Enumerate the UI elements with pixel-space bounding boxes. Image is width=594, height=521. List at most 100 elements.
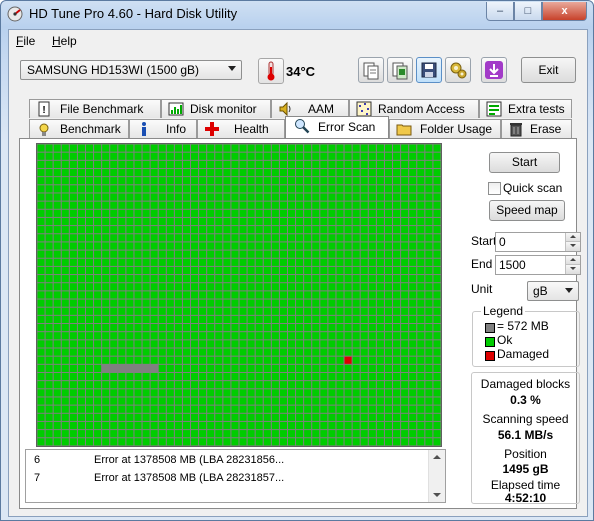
block-ok [207,152,215,160]
block-ok [158,168,166,177]
block-ok [223,258,231,266]
block-ok [401,193,409,201]
start-field[interactable]: 0 [495,232,581,252]
save-button[interactable] [416,57,442,83]
log-scrollbar[interactable] [428,450,445,502]
block-ok [296,291,304,299]
block-ok [142,168,150,177]
block-ok [263,177,271,185]
block-ok [45,291,53,299]
block-ok [344,340,352,348]
block-ok [61,413,69,421]
options-icon [450,62,467,79]
block-ok [191,307,199,315]
block-ok [45,160,53,168]
block-ok [409,348,417,356]
block-ok [360,209,368,217]
copy-info-button[interactable] [358,57,384,83]
block-ok [134,193,142,201]
quick-scan-label[interactable]: Quick scan [503,181,562,195]
block-ok [142,201,150,209]
copy-screenshot-button[interactable] [387,57,413,83]
position-label: Position [504,447,547,461]
block-ok [239,291,247,299]
block-ok [279,332,287,340]
tab-disk-monitor[interactable]: Disk monitor [161,99,271,118]
block-ok [433,421,441,430]
tab-error-scan[interactable]: Error Scan [285,116,389,138]
block-ok [166,152,174,160]
minimize-button[interactable]: – [486,2,514,21]
block-ok [182,283,191,291]
unit-select[interactable]: gB [527,281,579,301]
scroll-down-arrow-icon[interactable] [433,493,441,497]
block-ok [37,364,45,372]
speed-map-button[interactable]: Speed map [489,200,565,221]
block-ok [223,348,231,356]
exit-button[interactable]: Exit [521,57,576,83]
block-ok [263,340,271,348]
block-ok [215,217,223,226]
block-ok [287,315,296,324]
temperature-button[interactable] [258,58,284,84]
error-log-list[interactable]: 6 Error at 1378508 MB (LBA 28231856... 7… [25,449,446,503]
block-ok [45,152,53,160]
block-ok [53,168,61,177]
block-ok [126,291,134,299]
spin-down-icon[interactable] [565,264,580,274]
tab-benchmark[interactable]: Benchmark [29,119,129,138]
block-ok [279,413,287,421]
block-ok [191,144,199,152]
start-scan-button[interactable]: Start [489,152,560,173]
block-ok [433,299,441,307]
block-ok [263,430,271,438]
spin-down-icon[interactable] [565,241,580,251]
block-ok [199,405,207,413]
block-ok [77,209,85,217]
block-ok [45,356,53,364]
svg-text:!: ! [42,105,45,116]
tab-health[interactable]: Health [197,119,285,138]
block-ok [425,324,433,332]
block-ok [77,381,85,389]
block-ok [45,266,53,275]
scroll-up-arrow-icon[interactable] [433,455,441,459]
menu-file[interactable]: File [16,34,35,48]
block-ok [215,234,223,242]
block-ok [376,324,384,332]
block-ok [231,275,239,283]
end-field[interactable]: 1500 [495,255,581,275]
block-ok [296,372,304,381]
tab-erase[interactable]: Erase [501,119,572,138]
tab-extra-tests[interactable]: Extra tests [479,99,572,118]
close-button[interactable]: x [542,2,587,21]
block-ok [296,421,304,430]
block-ok [247,168,255,177]
block-ok [158,144,166,152]
block-ok [37,299,45,307]
block-ok [37,201,45,209]
block-ok [53,430,61,438]
quick-scan-checkbox[interactable] [488,182,501,195]
drive-select[interactable]: SAMSUNG HD153WI (1500 gB) [20,60,242,80]
tab-info[interactable]: Info [129,119,197,138]
maximize-button[interactable]: □ [514,2,542,21]
block-ok [320,332,328,340]
tab-folder-usage[interactable]: Folder Usage [389,119,501,138]
block-ok [393,372,401,381]
options-button[interactable] [445,57,471,83]
tab-file-benchmark[interactable]: ! File Benchmark [29,99,161,118]
block-ok [287,324,296,332]
block-ok [223,201,231,209]
block-ok [344,217,352,226]
block-ok [53,217,61,226]
download-button[interactable] [481,57,507,83]
block-ok [110,266,118,275]
menu-help[interactable]: Help [52,34,77,48]
block-ok [239,430,247,438]
block-ok [61,421,69,430]
title-bar[interactable]: HD Tune Pro 4.60 - Hard Disk Utility – □… [1,1,593,27]
block-ok [344,193,352,201]
block-ok [85,152,94,160]
block-ok [191,185,199,193]
